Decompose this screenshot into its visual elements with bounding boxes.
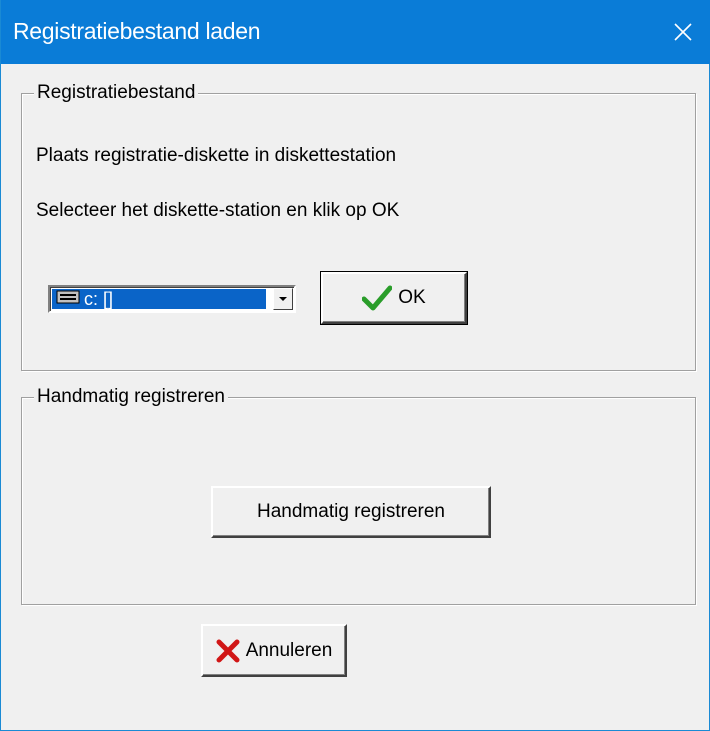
instruction-insert-diskette: Plaats registratie-diskette in diskettes… (36, 145, 397, 166)
dialog-window: Registratiebestand laden Registratiebest… (0, 0, 710, 731)
manual-register-button-label: Handmatig registreren (257, 501, 445, 522)
title-bar[interactable]: Registratiebestand laden (1, 0, 710, 64)
close-button[interactable] (655, 0, 710, 64)
manual-registration-legend: Handmatig registreren (34, 384, 228, 410)
cancel-button[interactable]: Annuleren (201, 624, 347, 677)
checkmark-icon (362, 285, 393, 311)
registration-file-legend: Registratiebestand (34, 80, 199, 106)
close-icon (674, 23, 692, 41)
drive-select[interactable]: c: [] (48, 285, 296, 313)
window-title: Registratiebestand laden (13, 18, 261, 44)
instruction-select-drive: Selecteer het diskette-station en klik o… (36, 200, 400, 221)
registration-file-group: Registratiebestand (21, 80, 696, 371)
drive-select-value: c: [] (52, 289, 266, 309)
drive-select-dropdown-button[interactable] (273, 288, 293, 310)
chevron-down-icon (279, 296, 287, 301)
drive-icon (56, 289, 80, 310)
cancel-button-label: Annuleren (245, 639, 333, 661)
drive-select-label: c: [] (84, 288, 114, 309)
red-x-icon (216, 639, 240, 662)
ok-button[interactable]: OK (320, 271, 468, 325)
manual-register-button[interactable]: Handmatig registreren (211, 486, 491, 538)
ok-button-label: OK (398, 287, 426, 308)
